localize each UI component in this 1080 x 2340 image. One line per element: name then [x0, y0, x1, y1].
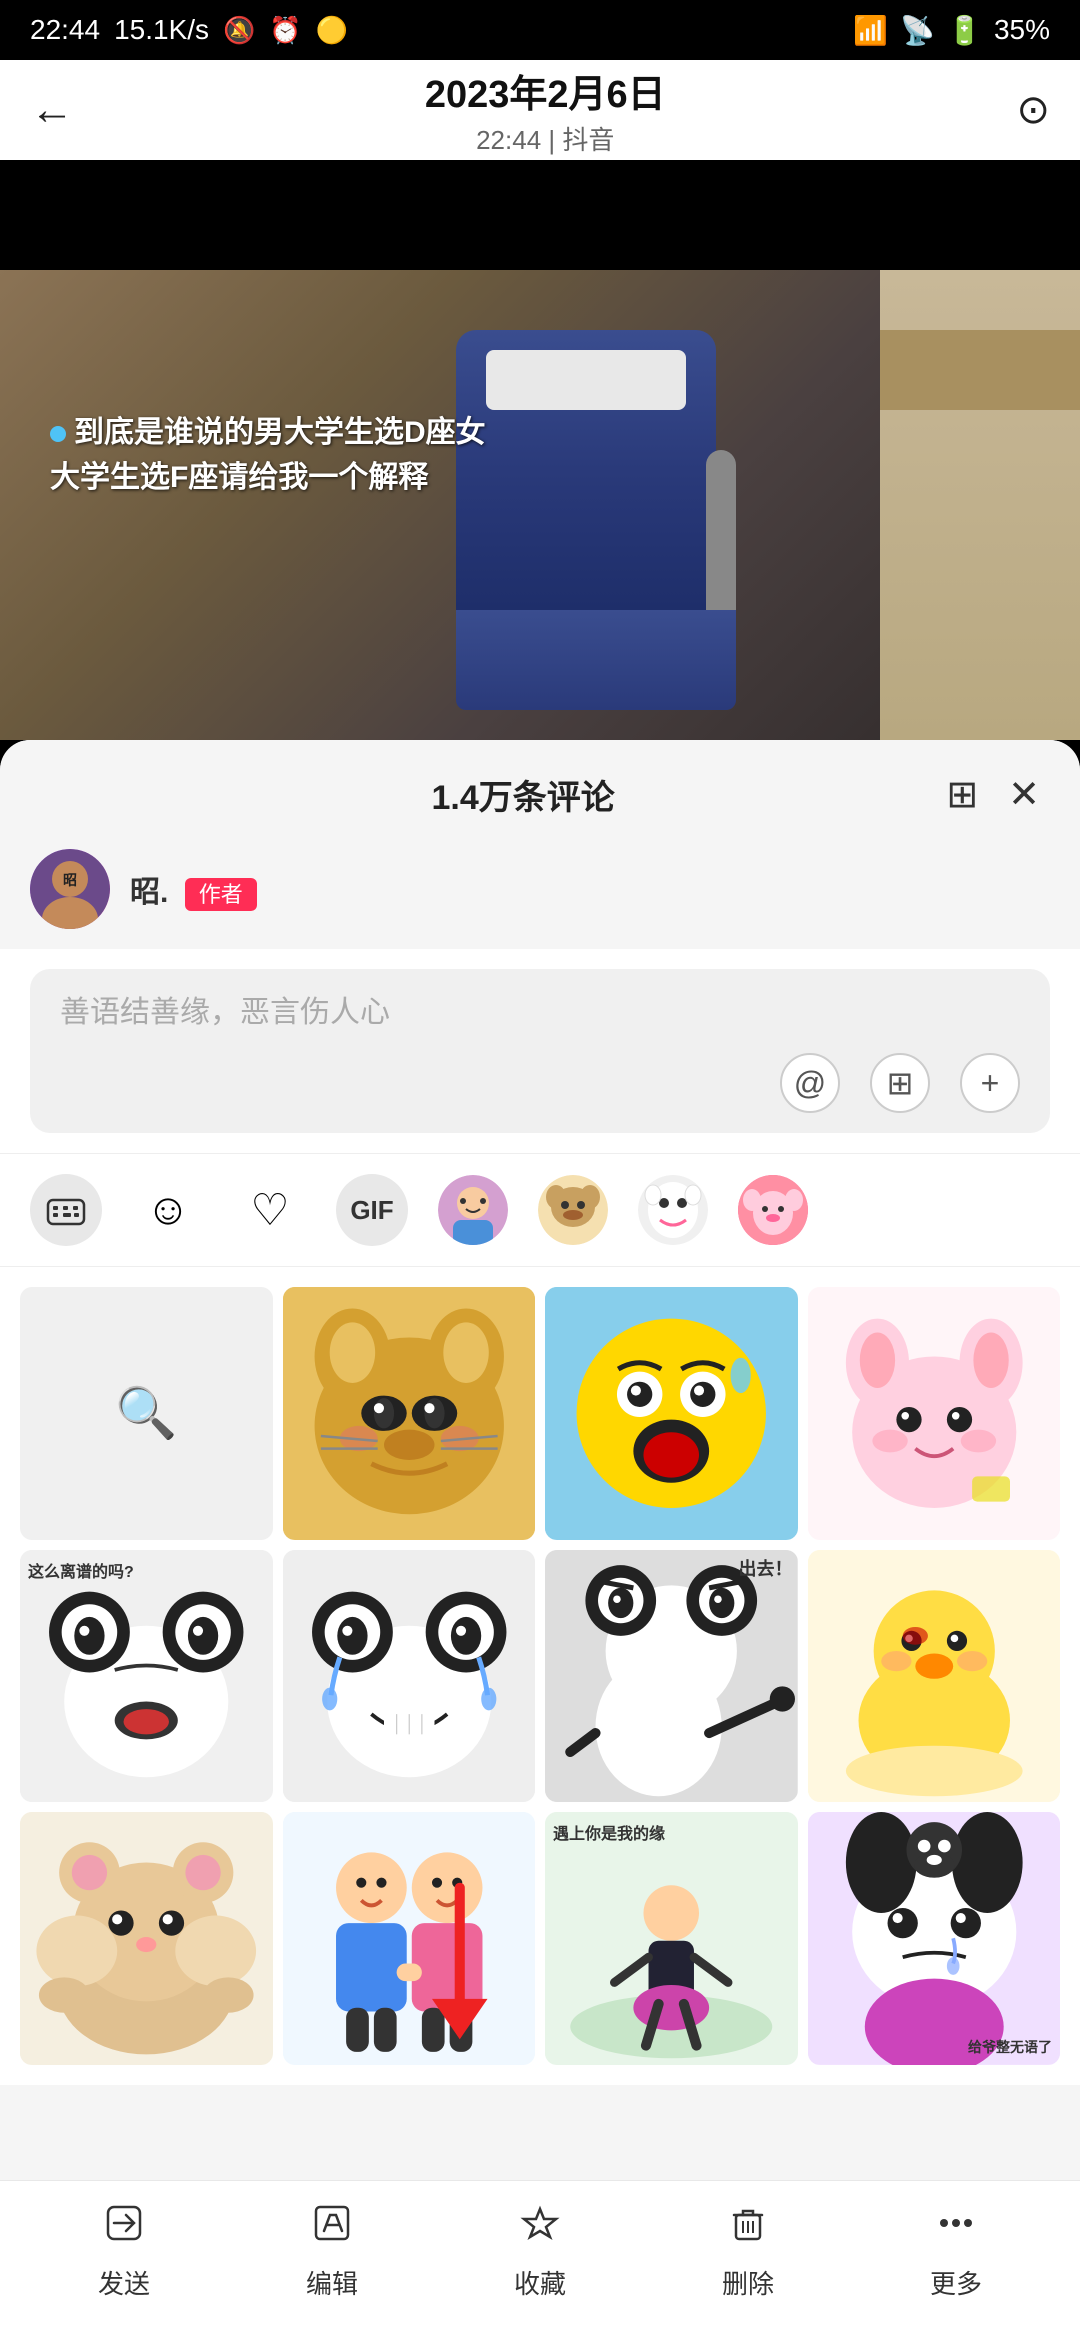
author-badge: 作者 [185, 878, 257, 911]
video-frame: 到底是谁说的男大学生选D座女大学生选F座请给我一个解释 [0, 270, 1080, 740]
sticker-panda-question[interactable]: 这么离谱的吗? [20, 1550, 273, 1803]
status-speed: 15.1K/s [114, 14, 209, 46]
sticker-avatar-2[interactable] [538, 1175, 608, 1245]
delete-label: 删除 [722, 2264, 774, 2301]
input-area: 善语结善缘，恶言伤人心 @ ⊞ + [0, 949, 1080, 1153]
sticker-grid: 🔍 [20, 1287, 1060, 2065]
notification-icon: 🟡 [316, 15, 348, 46]
header-date: 2023年2月6日 [425, 63, 666, 118]
wifi-icon: 📡 [900, 14, 935, 47]
sticker-couple[interactable] [283, 1812, 536, 2065]
add-button[interactable]: + [960, 1053, 1020, 1113]
at-icon: @ [794, 1065, 826, 1102]
plus-icon: + [981, 1065, 1000, 1102]
sticker-panda-out[interactable]: 出去！ [545, 1550, 798, 1803]
alarm-icon: ⏰ [269, 15, 301, 46]
input-icons: @ ⊞ + [60, 1053, 1020, 1113]
bottom-bar: 发送 编辑 收藏 [0, 2180, 1080, 2340]
header-action-icon[interactable]: ⊙ [1016, 87, 1050, 133]
panda-out-text: 出去！ [739, 1555, 793, 1581]
status-bar: 22:44 15.1K/s 🔕 ⏰ 🟡 📶 📡 🔋 35% [0, 0, 1080, 60]
battery-icon: 🔋 [947, 14, 982, 47]
overlay-dot [50, 426, 66, 442]
video-overlay-text: 到底是谁说的男大学生选D座女大学生选F座请给我一个解释 [50, 410, 486, 500]
sticker-search-cell[interactable]: 🔍 [20, 1287, 273, 1540]
expand-icon[interactable]: ⊞ [946, 772, 978, 817]
close-icon[interactable]: ✕ [1008, 772, 1040, 817]
heart-btn[interactable]: ♡ [234, 1174, 306, 1246]
status-right: 📶 📡 🔋 35% [853, 14, 1050, 47]
more-label: 更多 [930, 2264, 982, 2301]
author-info: 昭. 作者 [130, 867, 257, 911]
back-button[interactable]: ← [30, 85, 74, 135]
seat-bottom [456, 610, 736, 710]
collect-icon [518, 2201, 562, 2256]
send-icon [102, 2201, 146, 2256]
edit-icon [310, 2201, 354, 2256]
heart-icon: ♡ [250, 1185, 289, 1236]
video-area: 到底是谁说的男大学生选D座女大学生选F座请给我一个解释 [0, 160, 1080, 740]
sticker-pink-cat[interactable] [808, 1287, 1061, 1540]
author-avatar: 昭 [30, 849, 110, 929]
panda-question-text: 这么离谱的吗? [28, 1558, 134, 1582]
author-row: 昭 昭. 作者 [0, 839, 1080, 949]
comment-input-box[interactable]: 善语结善缘，恶言伤人心 @ ⊞ + [30, 969, 1050, 1133]
keyboard-toggle-button[interactable]: ⊞ [870, 1053, 930, 1113]
sticker-kuromi[interactable]: 给爷整无语了 [808, 1812, 1061, 2065]
sticker-avatar-1[interactable] [438, 1175, 508, 1245]
wall-shelf [880, 330, 1080, 410]
author-name: 昭. [130, 876, 168, 909]
collect-label: 收藏 [514, 2264, 566, 2301]
delete-icon [726, 2201, 770, 2256]
more-icon [934, 2201, 978, 2256]
video-black-top [0, 160, 1080, 270]
battery-pct: 35% [994, 14, 1050, 46]
sticker-duck[interactable] [808, 1550, 1061, 1803]
emoji-toolbar: ☺ ♡ GIF [0, 1153, 1080, 1267]
sticker-encounter[interactable]: 遇上你是我的缘 [545, 1812, 798, 2065]
send-button[interactable]: 发送 [20, 2201, 228, 2301]
keyboard-btn[interactable] [30, 1174, 102, 1246]
status-time: 22:44 [30, 14, 100, 46]
encounter-text: 遇上你是我的缘 [553, 1820, 665, 1844]
input-placeholder: 善语结善缘，恶言伤人心 [60, 989, 1020, 1037]
train-seat [456, 330, 736, 710]
sticker-panda-cry[interactable] [283, 1550, 536, 1803]
header-center: 2023年2月6日 22:44 | 抖音 [425, 63, 666, 157]
no-disturb-icon: 🔕 [223, 15, 255, 46]
emoji-icon: ☺ [146, 1185, 191, 1235]
gif-label: GIF [350, 1195, 393, 1226]
send-label: 发送 [98, 2264, 150, 2301]
svg-text:昭: 昭 [63, 872, 77, 888]
sticker-hamster[interactable] [20, 1812, 273, 2065]
sticker-avatar-4[interactable] [738, 1175, 808, 1245]
wall-panel [880, 270, 1080, 740]
header-subtitle: 22:44 | 抖音 [425, 120, 666, 157]
signal-icon: 📶 [853, 14, 888, 47]
header: ← 2023年2月6日 22:44 | 抖音 ⊙ [0, 60, 1080, 160]
emoji-btn[interactable]: ☺ [132, 1174, 204, 1246]
status-left: 22:44 15.1K/s 🔕 ⏰ 🟡 [30, 14, 348, 46]
comment-panel: 1.4万条评论 ⊞ ✕ 昭 昭. 作者 善语结善缘，恶言伤人心 @ [0, 740, 1080, 2340]
at-button[interactable]: @ [780, 1053, 840, 1113]
seat-headrest [486, 350, 686, 410]
seat-armrest [706, 450, 736, 630]
keyboard-icon: ⊞ [887, 1064, 914, 1102]
comment-count: 1.4万条评论 [100, 770, 946, 819]
edit-label: 编辑 [306, 2264, 358, 2301]
edit-button[interactable]: 编辑 [228, 2201, 436, 2301]
search-icon: 🔍 [115, 1384, 177, 1443]
more-button[interactable]: 更多 [852, 2201, 1060, 2301]
delete-button[interactable]: 删除 [644, 2201, 852, 2301]
gif-button[interactable]: GIF [336, 1174, 408, 1246]
collect-button[interactable]: 收藏 [436, 2201, 644, 2301]
comment-header: 1.4万条评论 ⊞ ✕ [0, 740, 1080, 839]
seat-back [456, 330, 716, 610]
sticker-avatar-3[interactable] [638, 1175, 708, 1245]
comment-header-icons: ⊞ ✕ [946, 772, 1040, 817]
sticker-scared[interactable] [545, 1287, 798, 1540]
kuromi-text: 给爷整无语了 [968, 2037, 1052, 2057]
sticker-cat-funny[interactable] [283, 1287, 536, 1540]
sticker-grid-container: 🔍 [0, 1267, 1080, 2085]
